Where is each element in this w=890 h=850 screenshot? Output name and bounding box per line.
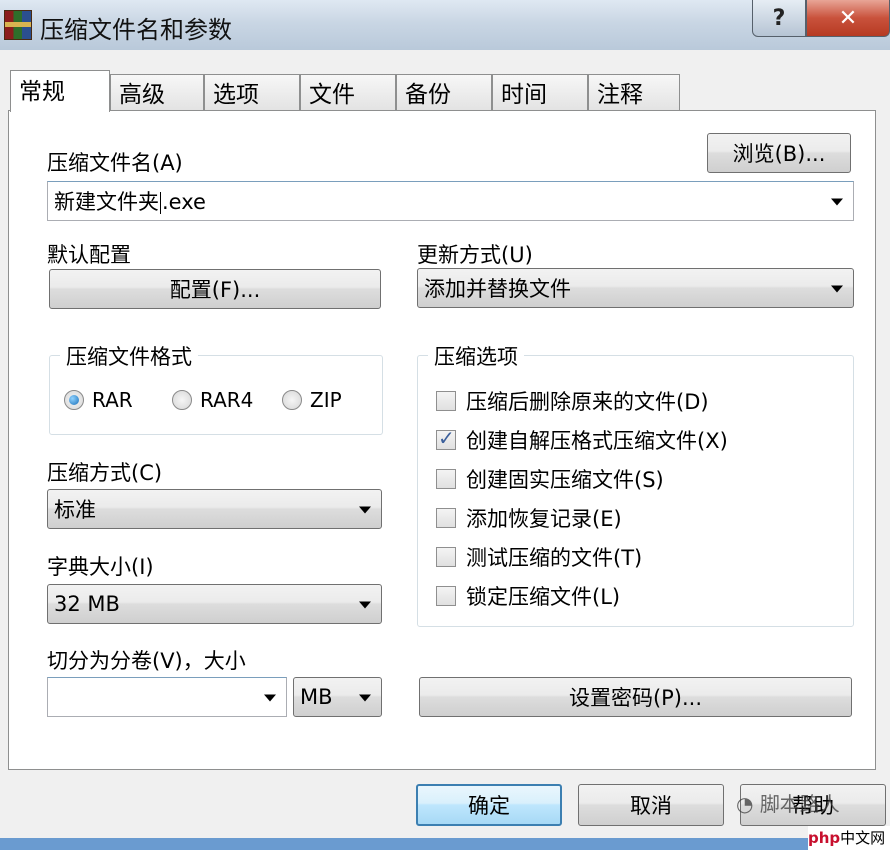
format-rar-label: RAR <box>92 388 133 412</box>
tab-comment[interactable]: 注释 <box>588 74 680 110</box>
browse-button[interactable]: 浏览(B)... <box>707 133 851 173</box>
cancel-button[interactable]: 取消 <box>578 784 724 826</box>
archive-format-title: 压缩文件格式 <box>60 341 198 371</box>
archiving-options-title: 压缩选项 <box>428 341 524 371</box>
recovery-record-checkbox[interactable]: 添加恢复记录(E) <box>436 503 622 533</box>
checkbox-icon <box>436 469 456 489</box>
checkbox-icon <box>436 508 456 528</box>
archive-format-group: 压缩文件格式 RAR RAR4 ZIP <box>49 341 383 435</box>
window-bottom-edge <box>0 838 890 850</box>
format-rar4-label: RAR4 <box>200 388 254 412</box>
checkbox-icon <box>436 586 456 606</box>
radio-selected-icon <box>64 390 84 410</box>
checkbox-icon <box>436 391 456 411</box>
tab-backup[interactable]: 备份 <box>396 74 492 110</box>
archive-name-label: 压缩文件名(A) <box>47 151 183 175</box>
archive-name-value: 新建文件夹 .exe <box>54 190 206 214</box>
text-caret <box>160 192 161 214</box>
radio-icon <box>172 390 192 410</box>
tab-files[interactable]: 文件 <box>300 74 396 110</box>
split-unit-value: MB <box>300 685 333 709</box>
tab-advanced[interactable]: 高级 <box>110 74 204 110</box>
dictionary-size-label: 字典大小(I) <box>47 555 154 579</box>
compression-method-select[interactable]: 标准 <box>47 489 382 529</box>
winrar-app-icon <box>4 10 32 40</box>
update-mode-value: 添加并替换文件 <box>424 277 571 301</box>
archiving-options-group: 压缩选项 压缩后删除原来的文件(D) 创建自解压格式压缩文件(X) 创建固实压缩… <box>417 341 854 627</box>
general-tab-panel: 压缩文件名(A) 浏览(B)... 新建文件夹 .exe 默认配置 配置(F)..… <box>8 110 876 770</box>
delete-after-archiving-checkbox[interactable]: 压缩后删除原来的文件(D) <box>436 386 709 416</box>
set-password-button[interactable]: 设置密码(P)... <box>419 677 852 717</box>
compression-method-label: 压缩方式(C) <box>47 461 163 485</box>
checkbox-checked-icon <box>436 426 456 450</box>
help-caption-button[interactable]: ? <box>752 0 806 37</box>
format-zip-radio[interactable]: ZIP <box>282 388 342 412</box>
tab-general[interactable]: 常规 <box>10 70 110 112</box>
window-title: 压缩文件名和参数 <box>40 16 232 44</box>
lock-archive-checkbox[interactable]: 锁定压缩文件(L) <box>436 581 620 611</box>
chevron-down-icon <box>359 506 371 514</box>
close-button[interactable]: ✕ <box>806 0 890 37</box>
title-bar: 压缩文件名和参数 ? ✕ <box>0 0 890 50</box>
compression-method-value: 标准 <box>54 498 96 522</box>
format-rar-radio[interactable]: RAR <box>64 388 133 412</box>
tab-time[interactable]: 时间 <box>492 74 588 110</box>
chevron-down-icon <box>359 694 371 702</box>
create-solid-checkbox[interactable]: 创建固实压缩文件(S) <box>436 464 664 494</box>
dictionary-size-value: 32 MB <box>54 592 120 616</box>
archive-name-input[interactable]: 新建文件夹 .exe <box>47 181 854 221</box>
default-profile-label: 默认配置 <box>47 243 131 267</box>
wechat-icon: ◔ <box>736 792 754 816</box>
split-size-input[interactable] <box>47 677 287 717</box>
chevron-down-icon <box>831 285 843 293</box>
update-mode-label: 更新方式(U) <box>417 243 533 267</box>
chevron-down-icon[interactable] <box>831 198 843 206</box>
format-rar4-radio[interactable]: RAR4 <box>172 388 253 412</box>
create-sfx-checkbox[interactable]: 创建自解压格式压缩文件(X) <box>436 425 728 455</box>
test-archived-files-checkbox[interactable]: 测试压缩的文件(T) <box>436 542 642 572</box>
ok-button[interactable]: 确定 <box>416 784 562 826</box>
checkbox-icon <box>436 547 456 567</box>
php-watermark: php中文网 <box>808 826 890 850</box>
split-volumes-label: 切分为分卷(V)，大小 <box>47 649 246 673</box>
wechat-watermark: ◔ 脚本路人 <box>736 792 840 816</box>
chevron-down-icon <box>359 601 371 609</box>
chevron-down-icon[interactable] <box>264 694 276 702</box>
dictionary-size-select[interactable]: 32 MB <box>47 584 382 624</box>
radio-icon <box>282 390 302 410</box>
update-mode-select[interactable]: 添加并替换文件 <box>417 268 854 308</box>
format-zip-label: ZIP <box>310 388 342 412</box>
split-unit-select[interactable]: MB <box>293 677 382 717</box>
profiles-button[interactable]: 配置(F)... <box>49 269 381 309</box>
tab-options[interactable]: 选项 <box>204 74 300 110</box>
